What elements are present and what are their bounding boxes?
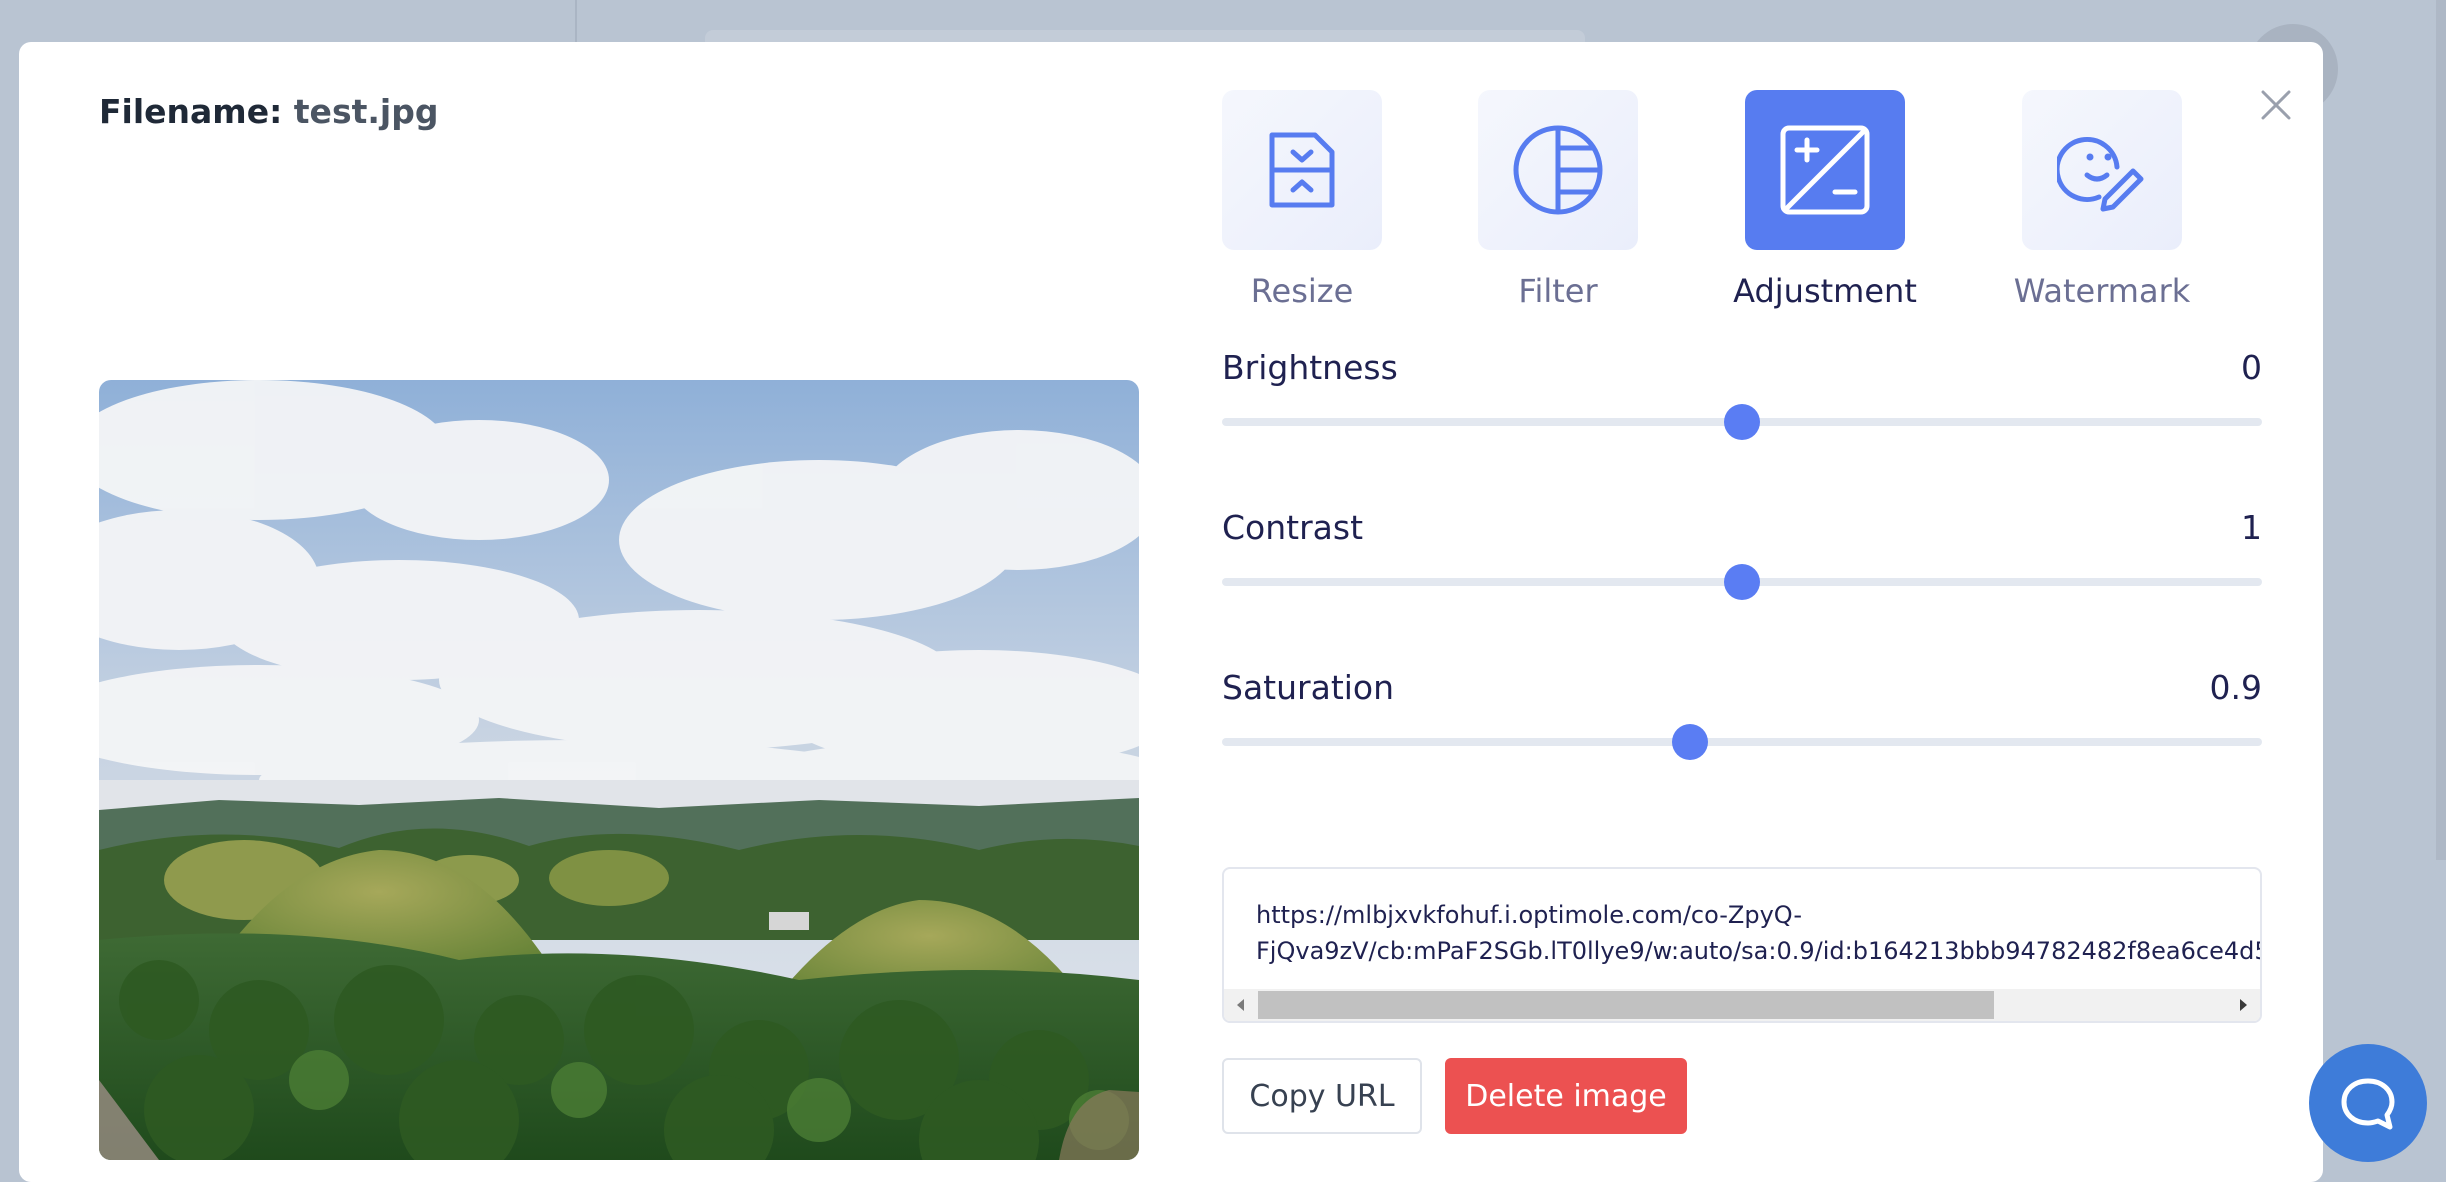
- tab-watermark-label: Watermark: [2013, 272, 2191, 310]
- tab-filter-label: Filter: [1518, 272, 1598, 310]
- saturation-control: Saturation 0.9: [1222, 668, 2262, 798]
- saturation-slider[interactable]: [1222, 724, 2262, 760]
- copy-url-button[interactable]: Copy URL: [1222, 1058, 1422, 1134]
- saturation-label: Saturation: [1222, 668, 1395, 707]
- close-button[interactable]: [2251, 80, 2301, 130]
- adjustment-icon: [1780, 125, 1870, 215]
- watermark-icon: [2057, 136, 2144, 212]
- tab-adjustment-tile: [1745, 90, 1905, 250]
- delete-image-button[interactable]: Delete image: [1445, 1058, 1687, 1134]
- tab-watermark-tile: [2022, 90, 2182, 250]
- background-scrollbar: [2436, 0, 2446, 860]
- brightness-slider[interactable]: [1222, 404, 2262, 440]
- tab-filter[interactable]: Filter: [1458, 90, 1658, 310]
- url-horizontal-scrollbar[interactable]: [1224, 989, 2260, 1021]
- brightness-slider-thumb[interactable]: [1724, 404, 1760, 440]
- filename-label: Filename:: [99, 92, 283, 131]
- brightness-value: 0: [2241, 348, 2262, 387]
- contrast-slider[interactable]: [1222, 564, 2262, 600]
- tab-filter-tile: [1478, 90, 1638, 250]
- contrast-slider-thumb[interactable]: [1724, 564, 1760, 600]
- brightness-control: Brightness 0: [1222, 348, 2262, 478]
- saturation-value: 0.9: [2209, 668, 2262, 707]
- chat-icon: [2341, 1078, 2395, 1130]
- filename-value: test.jpg: [293, 92, 439, 131]
- filename-heading: Filename: test.jpg: [99, 92, 438, 131]
- tab-adjustment-label: Adjustment: [1733, 272, 1917, 310]
- filter-icon: [1513, 125, 1603, 215]
- editor-tabs: Resize Filter Adjustment Watermark: [1202, 90, 2232, 360]
- resize-icon: [1269, 132, 1335, 208]
- image-url-line-2: FjQva9zV/cb:mPaF2SGb.lT0llye9/w:auto/sa:…: [1256, 937, 2262, 965]
- tab-watermark[interactable]: Watermark: [2002, 90, 2202, 310]
- scroll-right-button[interactable]: [2230, 989, 2258, 1021]
- brightness-label: Brightness: [1222, 348, 1398, 387]
- background-divider: [575, 0, 577, 45]
- image-url-text: https://mlbjxvkfohuf.i.optimole.com/co-Z…: [1256, 897, 2262, 969]
- image-url-line-1: https://mlbjxvkfohuf.i.optimole.com/co-Z…: [1256, 901, 1803, 929]
- caret-right-icon: [2240, 999, 2247, 1011]
- tab-resize-tile: [1222, 90, 1382, 250]
- tab-resize-label: Resize: [1250, 272, 1354, 310]
- tab-adjustment[interactable]: Adjustment: [1725, 90, 1925, 310]
- saturation-slider-thumb[interactable]: [1672, 724, 1708, 760]
- scroll-left-button[interactable]: [1226, 989, 1254, 1021]
- close-icon: [2261, 90, 2291, 120]
- contrast-control: Contrast 1: [1222, 508, 2262, 638]
- image-url-field[interactable]: https://mlbjxvkfohuf.i.optimole.com/co-Z…: [1222, 867, 2262, 1023]
- caret-left-icon: [1237, 999, 1244, 1011]
- contrast-label: Contrast: [1222, 508, 1364, 547]
- image-preview: [99, 380, 1139, 1160]
- contrast-value: 1: [2241, 508, 2262, 547]
- scrollbar-thumb[interactable]: [1258, 991, 1994, 1019]
- tab-resize[interactable]: Resize: [1202, 90, 1402, 310]
- image-editor-modal: Filename: test.jpg Resize Filter Adjustm…: [19, 42, 2323, 1182]
- chat-launcher-button[interactable]: [2309, 1044, 2427, 1162]
